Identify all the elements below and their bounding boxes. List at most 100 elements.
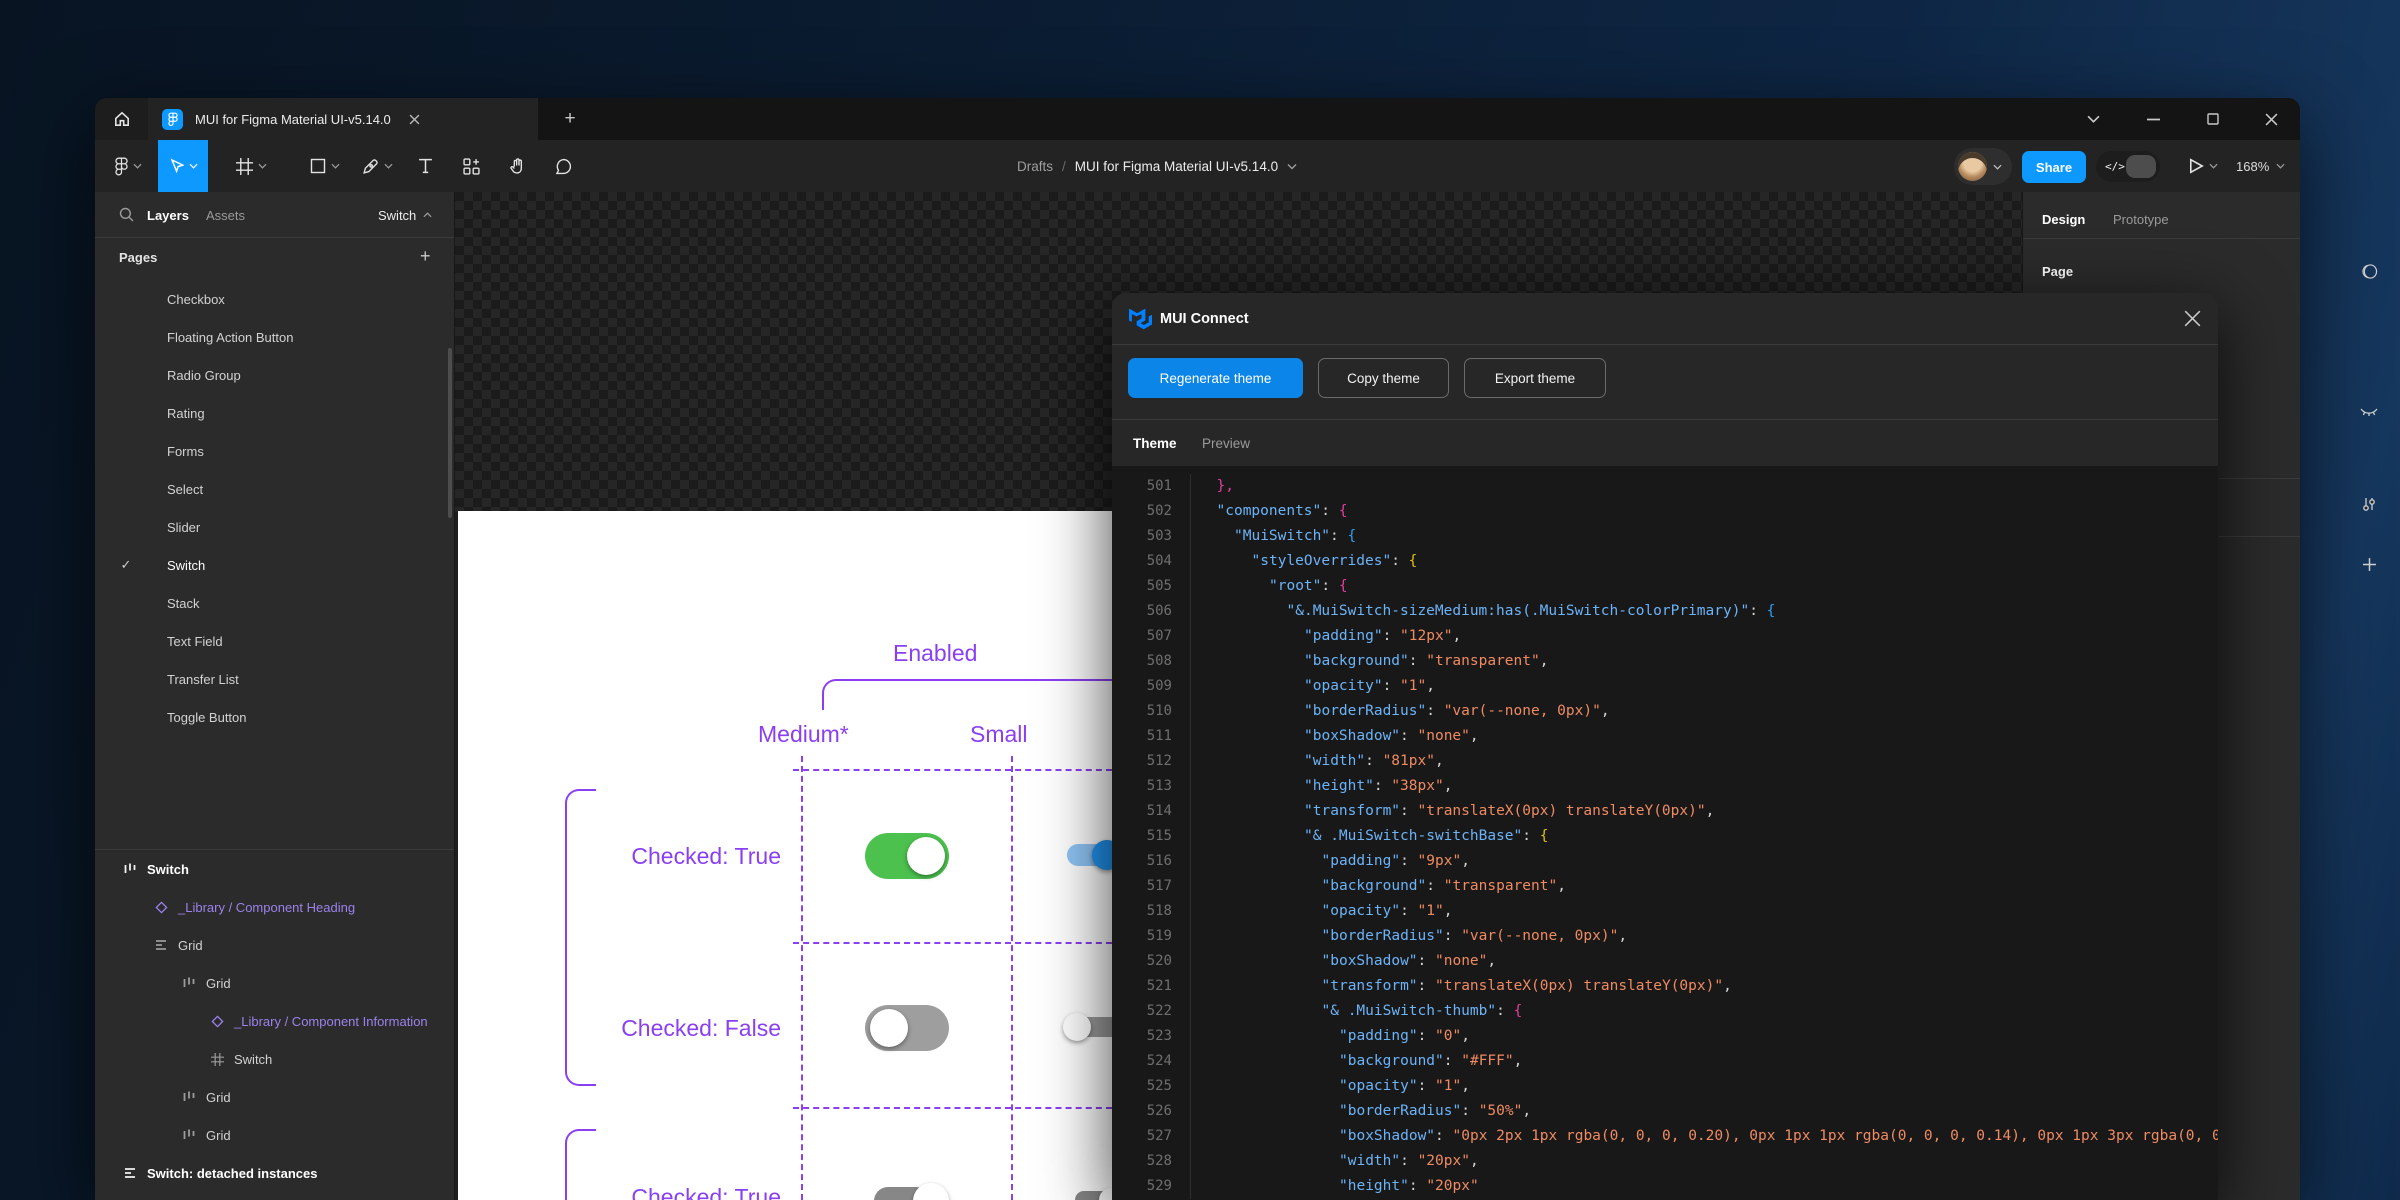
- account-menu[interactable]: [1954, 148, 2012, 185]
- layer-item[interactable]: Grid: [95, 1116, 454, 1154]
- code-line: 512"width": "81px",: [1112, 749, 2218, 774]
- code-line: 504"styleOverrides": {: [1112, 549, 2218, 574]
- layer-item[interactable]: Grid: [95, 926, 454, 964]
- page-item-label: Stack: [167, 596, 200, 611]
- desktop: MUI for Figma Material UI-v5.14.0 +: [0, 0, 2400, 1200]
- closed-eye-icon[interactable]: [2358, 402, 2380, 424]
- switch-thumb: [907, 837, 945, 875]
- page-item[interactable]: Select: [95, 470, 454, 508]
- breadcrumb-separator: /: [1062, 159, 1066, 174]
- copy-theme-button[interactable]: Copy theme: [1318, 358, 1449, 398]
- tab-prototype[interactable]: Prototype: [2113, 212, 2169, 227]
- window-close-icon[interactable]: [2249, 98, 2293, 140]
- text-tool-button[interactable]: [410, 140, 441, 192]
- share-button[interactable]: Share: [2022, 151, 2086, 183]
- tab-layers[interactable]: Layers: [147, 192, 189, 238]
- line-number: 523: [1112, 1024, 1191, 1049]
- tab-preview[interactable]: Preview: [1202, 420, 1250, 466]
- move-tool-button[interactable]: [158, 140, 208, 192]
- main-menu-button[interactable]: [107, 140, 150, 192]
- vertical-bars-icon: [180, 1088, 198, 1106]
- switch-medium-unchecked[interactable]: [865, 1005, 949, 1051]
- row-label: Checked: True: [631, 1184, 781, 1200]
- new-tab-button[interactable]: +: [550, 98, 590, 140]
- tab-design[interactable]: Design: [2042, 212, 2085, 227]
- tab-theme[interactable]: Theme: [1133, 420, 1177, 466]
- comment-tool-button[interactable]: [547, 140, 580, 192]
- page-item[interactable]: Floating Action Button: [95, 318, 454, 356]
- layer-item[interactable]: Switch: [95, 850, 454, 888]
- code-text: "transform": "translateX(0px) translateY…: [1191, 974, 1736, 999]
- page-item[interactable]: Rating: [95, 394, 454, 432]
- shape-tool-button[interactable]: [302, 140, 348, 192]
- search-icon[interactable]: [119, 207, 134, 222]
- chevron-down-icon: [133, 163, 142, 169]
- home-button[interactable]: [95, 98, 149, 140]
- page-item[interactable]: Transfer List: [95, 660, 454, 698]
- layer-item[interactable]: Switch: [95, 1040, 454, 1078]
- switch-small-checked-gray[interactable]: [1075, 1191, 1111, 1200]
- page-item[interactable]: Checkbox: [95, 280, 454, 318]
- tab-assets[interactable]: Assets: [206, 192, 245, 238]
- page-item[interactable]: Toggle Button: [95, 698, 454, 734]
- column-header-medium: Medium*: [758, 721, 849, 748]
- page-item[interactable]: Forms: [95, 432, 454, 470]
- actions-button[interactable]: [455, 140, 488, 192]
- theme-code-editor[interactable]: 501},502"components": {503"MuiSwitch": {…: [1112, 466, 2218, 1200]
- pages-scrollbar[interactable]: [448, 348, 452, 518]
- dev-mode-toggle[interactable]: </>: [2096, 151, 2160, 182]
- line-number: 515: [1112, 824, 1191, 849]
- layer-item[interactable]: _Library / Component Heading: [95, 888, 454, 926]
- diamond-icon: [152, 898, 170, 916]
- code-text: "borderRadius": "var(--none, 0px)",: [1191, 699, 1614, 724]
- hand-tool-button[interactable]: [501, 140, 534, 192]
- chevron-down-icon: [189, 163, 198, 169]
- switch-medium-checked-gray[interactable]: [874, 1187, 930, 1200]
- window-tab-bar: MUI for Figma Material UI-v5.14.0 +: [95, 98, 2300, 140]
- tab-close-icon[interactable]: [409, 114, 420, 125]
- zoom-menu[interactable]: 168%: [2228, 140, 2293, 192]
- page-selector[interactable]: Switch: [378, 192, 432, 238]
- layer-item[interactable]: Switch: detached instances: [95, 1154, 454, 1192]
- pen-tool-button[interactable]: [354, 140, 401, 192]
- regenerate-theme-button[interactable]: Regenerate theme: [1128, 358, 1303, 398]
- layer-item[interactable]: Grid: [95, 964, 454, 1002]
- breadcrumb-file-name[interactable]: MUI for Figma Material UI-v5.14.0: [1075, 159, 1278, 174]
- window-minimize-icon[interactable]: [2131, 98, 2175, 140]
- layer-item[interactable]: _Library / Component Information: [95, 1002, 454, 1040]
- window-menu-chevron-icon[interactable]: [2071, 98, 2115, 140]
- code-line: 525"opacity": "1",: [1112, 1074, 2218, 1099]
- file-tab[interactable]: MUI for Figma Material UI-v5.14.0: [148, 98, 538, 140]
- layer-item-label: Switch: detached instances: [147, 1166, 318, 1181]
- code-line: 516"padding": "9px",: [1112, 849, 2218, 874]
- sliders-icon[interactable]: [2358, 494, 2380, 516]
- layers-list: Switch_Library / Component HeadingGridGr…: [95, 850, 454, 1200]
- present-button[interactable]: [2181, 140, 2226, 192]
- chevron-down-icon[interactable]: [1287, 163, 1297, 170]
- hand-icon: [509, 158, 526, 175]
- modal-close-icon[interactable]: [2184, 310, 2201, 327]
- code-text: "height": "38px",: [1191, 774, 1456, 799]
- switch-medium-checked-green[interactable]: [865, 833, 949, 879]
- chevron-down-icon: [331, 163, 340, 169]
- avatar: [1958, 152, 1987, 181]
- layer-item[interactable]: Grid: [95, 1078, 454, 1116]
- frame-tool-button[interactable]: [228, 140, 275, 192]
- plus-icon[interactable]: [2358, 553, 2380, 575]
- page-item[interactable]: Slider: [95, 508, 454, 546]
- window-maximize-icon[interactable]: [2191, 98, 2235, 140]
- diamond-icon: [208, 1012, 226, 1030]
- layer-item[interactable]: Switch: notifications control: [95, 1192, 454, 1200]
- add-page-button[interactable]: +: [420, 246, 431, 267]
- export-theme-button[interactable]: Export theme: [1464, 358, 1606, 398]
- column-header-small: Small: [970, 721, 1028, 748]
- variable-disc-icon[interactable]: [2358, 260, 2380, 282]
- page-item[interactable]: Stack: [95, 584, 454, 622]
- page-item[interactable]: ✓Switch: [95, 546, 454, 584]
- chevron-up-icon: [423, 212, 432, 218]
- zoom-level: 168%: [2236, 159, 2269, 174]
- page-item[interactable]: Text Field: [95, 622, 454, 660]
- page-item[interactable]: Radio Group: [95, 356, 454, 394]
- breadcrumb-folder[interactable]: Drafts: [1017, 159, 1053, 174]
- code-text: "& .MuiSwitch-switchBase": {: [1191, 824, 1552, 849]
